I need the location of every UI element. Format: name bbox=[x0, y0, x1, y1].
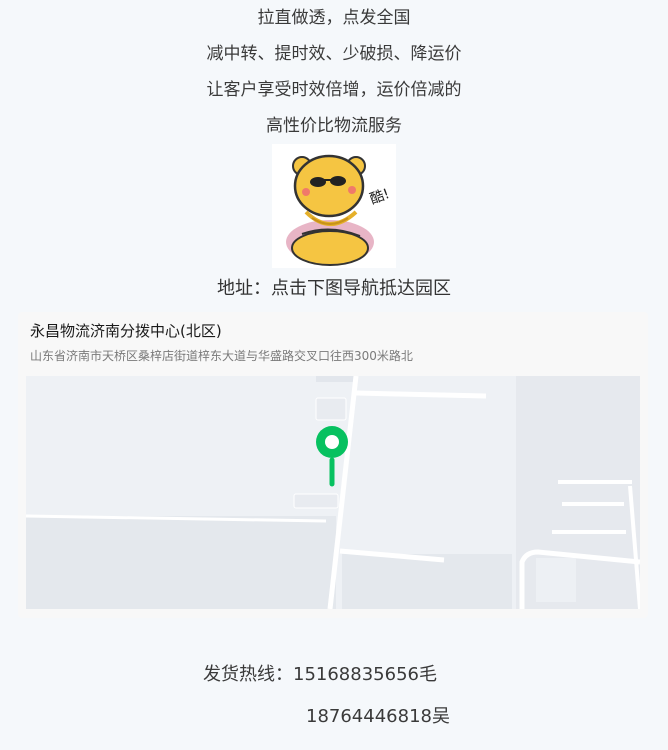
hotline-phone-2[interactable]: 18764446818吴 bbox=[306, 706, 450, 727]
sticker-container: 酷! bbox=[0, 144, 668, 268]
cool-bear-sticker-icon: 酷! bbox=[272, 144, 396, 268]
hotline-label: 发货热线： bbox=[203, 664, 293, 685]
map-location-title: 永昌物流济南分拨中心(北区) bbox=[30, 322, 222, 340]
map-location-address: 山东省济南市天桥区桑梓店街道梓东大道与华盛路交叉口往西300米路北 bbox=[30, 349, 413, 363]
address-label: 地址：点击下图导航抵达园区 bbox=[217, 278, 451, 299]
hotline-phone-1[interactable]: 15168835656毛 bbox=[293, 664, 437, 685]
intro-line-3: 让客户享受时效倍增，运价倍减的 bbox=[206, 80, 462, 100]
intro-line-4: 高性价比物流服务 bbox=[266, 116, 402, 136]
sticker-text: 酷! bbox=[368, 186, 392, 208]
map-card[interactable]: 永昌物流济南分拨中心(北区) 山东省济南市天桥区桑梓店街道梓东大道与华盛路交叉口… bbox=[18, 312, 648, 618]
intro-line-2: 减中转、提时效、少破损、降运价 bbox=[206, 44, 462, 64]
intro-line-1: 拉直做透，点发全国 bbox=[257, 8, 411, 28]
map-view[interactable] bbox=[26, 376, 640, 609]
intro-text: 拉直做透，点发全国 减中转、提时效、少破损、降运价 让客户享受时效倍增，运价倍减… bbox=[0, 0, 668, 144]
